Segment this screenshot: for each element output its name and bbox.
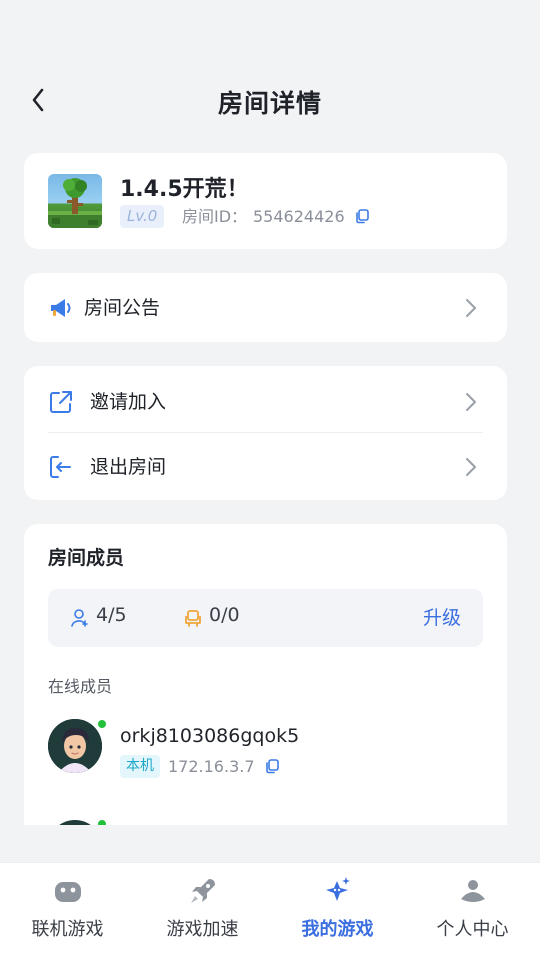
- room-notice-label: 房间公告: [84, 297, 161, 319]
- chevron-right-icon: [466, 393, 476, 411]
- member-ip: 172.16.3.7: [168, 757, 255, 776]
- copy-ip-button[interactable]: [264, 758, 282, 776]
- copy-room-id-button[interactable]: [354, 208, 372, 226]
- tab-label: 游戏加速: [166, 919, 239, 940]
- bottom-tab-bar: 联机游戏 游戏加速 我的游戏 个人中心: [0, 862, 540, 960]
- tab-my-games[interactable]: 我的游戏: [270, 863, 405, 960]
- profile-icon: [460, 880, 485, 902]
- star-game-icon: [325, 877, 350, 901]
- room-notice-card: 房间公告: [24, 273, 507, 342]
- seat-count: 0/0: [209, 604, 240, 626]
- header-bar: 房间详情: [0, 70, 540, 130]
- exit-room-icon: [50, 456, 71, 478]
- tab-label: 个人中心: [436, 919, 509, 940]
- members-title: 房间成员: [48, 547, 125, 569]
- level-badge: Lv.0: [120, 205, 165, 228]
- share-external-icon: [50, 391, 72, 413]
- chevron-right-icon: [466, 299, 476, 317]
- rocket-icon: [190, 879, 215, 903]
- room-id-value: 554624426: [253, 207, 345, 226]
- tab-game-boost[interactable]: 游戏加速: [135, 863, 270, 960]
- room-actions-card: 邀请加入 退出房间: [24, 366, 507, 500]
- copy-icon: [356, 209, 369, 224]
- online-status-dot: [97, 719, 107, 729]
- room-id-label: 房间ID：: [182, 207, 248, 226]
- chevron-right-icon: [466, 458, 476, 476]
- member-count-icon: [71, 609, 88, 627]
- exit-room-label: 退出房间: [90, 456, 167, 478]
- seat-icon: [185, 610, 201, 627]
- avatar: [48, 820, 102, 825]
- page-title: 房间详情: [217, 89, 322, 118]
- room-notice-row[interactable]: 房间公告: [24, 274, 507, 340]
- gamepad-icon: [54, 882, 81, 902]
- exit-room-row[interactable]: 退出房间: [24, 433, 507, 499]
- avatar: [48, 719, 102, 773]
- upgrade-button[interactable]: 升级: [423, 603, 461, 630]
- room-members-card: 房间成员 4/5 0/0 升级 在线成员 orkj8103086gqok5 本机…: [24, 524, 507, 825]
- terraria-tree-icon: [48, 174, 102, 228]
- tab-online-games[interactable]: 联机游戏: [0, 863, 135, 960]
- room-info-card: 1.4.5开荒！ Lv.0 房间ID： 554624426: [24, 153, 507, 249]
- invite-join-row[interactable]: 邀请加入: [24, 368, 507, 434]
- tab-profile[interactable]: 个人中心: [405, 863, 540, 960]
- online-members-label: 在线成员: [48, 677, 113, 696]
- member-name: orkj8103086gqok5: [120, 725, 300, 747]
- tab-label: 联机游戏: [31, 919, 104, 940]
- invite-join-label: 邀请加入: [90, 391, 167, 413]
- member-count: 4/5: [96, 604, 127, 626]
- local-device-badge: 本机: [120, 755, 160, 778]
- online-status-dot: [97, 819, 107, 825]
- copy-icon: [266, 759, 279, 774]
- room-name: 1.4.5开荒！: [120, 177, 249, 202]
- megaphone-icon: [51, 299, 71, 317]
- members-stats-box: 4/5 0/0 升级: [48, 589, 483, 647]
- tab-label: 我的游戏: [301, 919, 374, 940]
